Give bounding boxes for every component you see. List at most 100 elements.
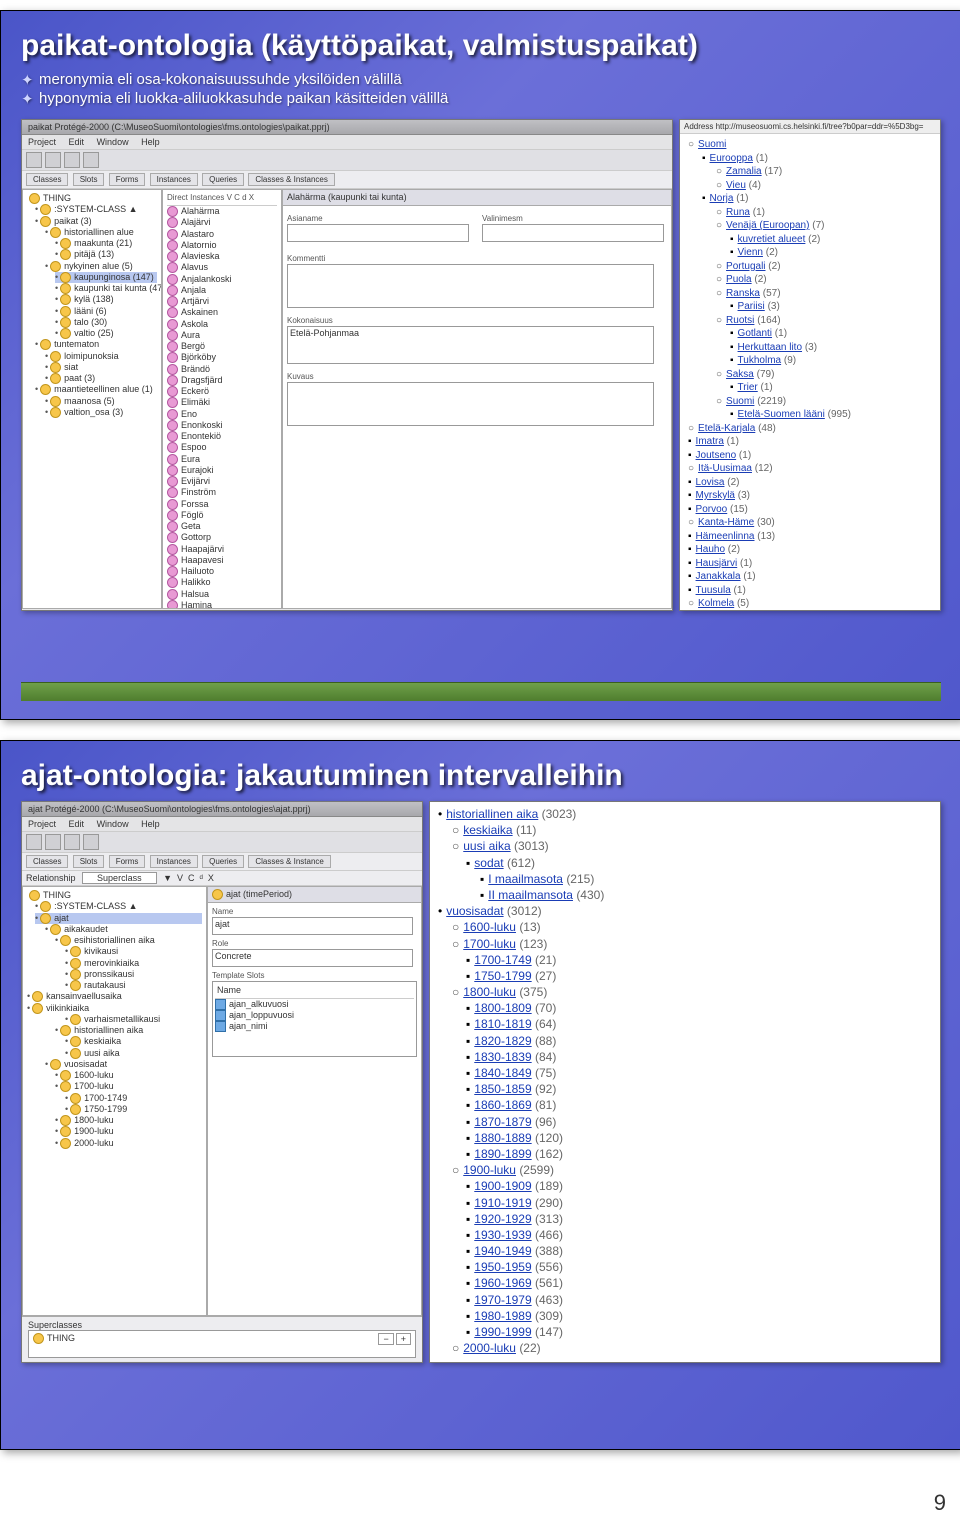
- tree-node[interactable]: •loimipunoksia: [45, 351, 157, 362]
- hier-node[interactable]: •vuosisadat (3012): [438, 903, 932, 919]
- hier-node[interactable]: ▪II maailmansota (430): [480, 887, 932, 903]
- tree-node[interactable]: •1600-luku: [55, 1070, 202, 1081]
- slot-item[interactable]: ajan_alkuvuosi: [215, 999, 414, 1010]
- hier-node[interactable]: ▪Hausjärvi (1): [688, 557, 932, 571]
- btn-plus[interactable]: +: [396, 1333, 411, 1345]
- tree-node[interactable]: •uusi aika: [65, 1048, 202, 1059]
- hier-node[interactable]: ○Loppi (3): [688, 611, 932, 612]
- instance-item[interactable]: Eckerö: [167, 386, 277, 397]
- tabs[interactable]: Classes Slots Forms Instances Queries Cl…: [22, 171, 672, 189]
- hier-node[interactable]: ▪Janakkala (1): [688, 570, 932, 584]
- hier-node[interactable]: ○Suomi: [688, 138, 932, 152]
- hier-node[interactable]: ▪Gotlanti (1): [730, 327, 932, 341]
- tree-node[interactable]: •valtion_osa (3): [45, 407, 157, 418]
- tool-btn[interactable]: [45, 834, 61, 850]
- hier-node[interactable]: ▪1950-1959 (556): [466, 1259, 932, 1275]
- template-slots[interactable]: Name ajan_alkuvuosiajan_loppuvuosiajan_n…: [212, 981, 417, 1057]
- instance-item[interactable]: Askainen: [167, 307, 277, 318]
- instance-item[interactable]: Haapavesi: [167, 555, 277, 566]
- hier-node[interactable]: ○1700-luku (123): [452, 936, 932, 952]
- hier-node[interactable]: ▪1920-1929 (313): [466, 1211, 932, 1227]
- menu-window[interactable]: Window: [97, 137, 129, 147]
- instance-item[interactable]: Dragsfjärd: [167, 375, 277, 386]
- hier-node[interactable]: ○uusi aika (3013): [452, 838, 932, 854]
- tab-queries[interactable]: Queries: [202, 855, 244, 868]
- slot-item[interactable]: ajan_nimi: [215, 1021, 414, 1032]
- instance-item[interactable]: Finström: [167, 487, 277, 498]
- hier-node[interactable]: ▪1960-1969 (561): [466, 1275, 932, 1291]
- hier-node[interactable]: ▪1810-1819 (64): [466, 1016, 932, 1032]
- input-kokonaisuus[interactable]: Etelä-Pohjanmaa: [287, 326, 654, 364]
- tree-node[interactable]: •1700-luku: [55, 1081, 202, 1092]
- input-role[interactable]: Concrete: [212, 949, 413, 967]
- tree-node[interactable]: •2000-luku: [55, 1138, 202, 1149]
- hier-node[interactable]: ▪1980-1989 (309): [466, 1308, 932, 1324]
- instance-item[interactable]: Anjalankoski: [167, 274, 277, 285]
- hier-node[interactable]: ▪Hauho (2): [688, 543, 932, 557]
- tree-node[interactable]: •keskiaika: [65, 1036, 202, 1047]
- menubar[interactable]: Project Edit Window Help: [22, 817, 422, 832]
- hier-node[interactable]: ▪Tuusula (1): [688, 584, 932, 598]
- instance-item[interactable]: Enontekiö: [167, 431, 277, 442]
- tool-btn[interactable]: [83, 834, 99, 850]
- tab-classes[interactable]: Classes: [26, 855, 68, 868]
- hier-node[interactable]: ▪Porvoo (15): [688, 503, 932, 517]
- hier-node[interactable]: ▪Pariisi (3): [730, 300, 932, 314]
- hier-node[interactable]: ▪Imatra (1): [688, 435, 932, 449]
- tab-classes[interactable]: Classes: [26, 173, 68, 186]
- tree-node[interactable]: •talo (30): [55, 317, 157, 328]
- tree-node[interactable]: •pitäjä (13): [55, 249, 157, 260]
- tab-queries[interactable]: Queries: [202, 173, 244, 186]
- tree-node[interactable]: •kaupunginosa (147): [55, 272, 157, 283]
- hier-node[interactable]: ○1800-luku (375): [452, 984, 932, 1000]
- menu-project[interactable]: Project: [28, 819, 56, 829]
- instance-item[interactable]: Aura: [167, 330, 277, 341]
- instance-item[interactable]: Eno: [167, 409, 277, 420]
- tree-node[interactable]: •ajat: [35, 913, 202, 924]
- input-asianame[interactable]: [287, 224, 469, 242]
- windows-taskbar[interactable]: [21, 682, 941, 701]
- dropdown-superclass[interactable]: Superclass: [82, 872, 157, 884]
- hier-node[interactable]: ○Saksa (79): [716, 368, 932, 382]
- hier-node[interactable]: ▪Norja (1): [702, 192, 932, 206]
- hier-node[interactable]: ▪1820-1829 (88): [466, 1033, 932, 1049]
- tab-instances[interactable]: Instances: [150, 855, 198, 868]
- hier-node[interactable]: ▪Vienn (2): [730, 246, 932, 260]
- hier-node[interactable]: ○keskiaika (11): [452, 822, 932, 838]
- tab-slots[interactable]: Slots: [73, 855, 105, 868]
- instance-item[interactable]: Geta: [167, 521, 277, 532]
- tab-instances[interactable]: Instances: [150, 173, 198, 186]
- tree-node[interactable]: •rautakausi: [65, 980, 202, 991]
- instance-item[interactable]: Alastaro: [167, 229, 277, 240]
- input-kuvaus[interactable]: [287, 382, 654, 426]
- tab-slots[interactable]: Slots: [73, 173, 105, 186]
- hier-node[interactable]: ▪Joutseno (1): [688, 449, 932, 463]
- instance-item[interactable]: Brändö: [167, 364, 277, 375]
- tree-node[interactable]: •1700-1749: [65, 1093, 202, 1104]
- instance-item[interactable]: Enonkoski: [167, 420, 277, 431]
- hier-node[interactable]: ▪1840-1849 (75): [466, 1065, 932, 1081]
- instance-item[interactable]: Bergö: [167, 341, 277, 352]
- menu-edit[interactable]: Edit: [69, 819, 85, 829]
- input-name[interactable]: ajat: [212, 917, 413, 935]
- tree-node[interactable]: •merovinkiaika: [65, 958, 202, 969]
- instance-item[interactable]: Hamina: [167, 600, 277, 609]
- tree-node[interactable]: •:SYSTEM-CLASS ▲: [35, 901, 202, 912]
- tree-node[interactable]: •historiallinen aika: [55, 1025, 202, 1036]
- hier-node[interactable]: ▪1900-1909 (189): [466, 1178, 932, 1194]
- hier-node[interactable]: ▪Eurooppa (1): [702, 152, 932, 166]
- tree-node[interactable]: •kaupunki tai kunta (470): [55, 283, 157, 294]
- instance-item[interactable]: Anjala: [167, 285, 277, 296]
- instance-item[interactable]: Alajärvi: [167, 217, 277, 228]
- tool-btn[interactable]: [26, 152, 42, 168]
- hier-node[interactable]: ▪1990-1999 (147): [466, 1324, 932, 1340]
- instance-item[interactable]: Halsua: [167, 589, 277, 600]
- tool-btn[interactable]: [64, 152, 80, 168]
- hier-node[interactable]: ○Ruotsi (164): [716, 314, 932, 328]
- hier-node[interactable]: ▪1830-1839 (84): [466, 1049, 932, 1065]
- tree-node[interactable]: •1750-1799: [65, 1104, 202, 1115]
- tree-node[interactable]: •valtio (25): [55, 328, 157, 339]
- instance-item[interactable]: Alavus: [167, 262, 277, 273]
- tree-node[interactable]: •aikakaudet: [45, 924, 202, 935]
- menubar[interactable]: Project Edit Window Help: [22, 135, 672, 150]
